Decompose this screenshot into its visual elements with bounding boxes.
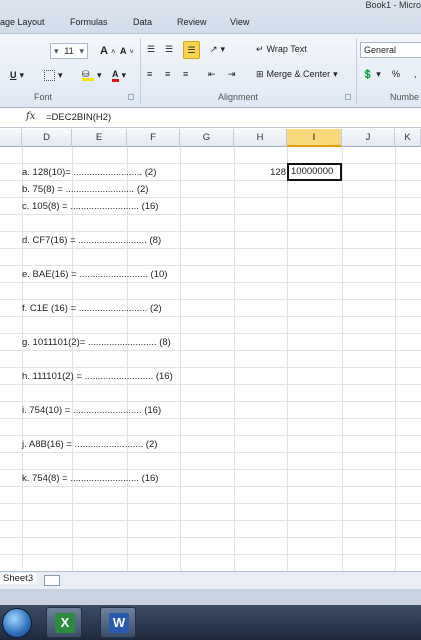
align-center-icon: ≡ (165, 69, 171, 79)
exercise-b[interactable]: b. 75(8) = .......................... (2… (22, 183, 148, 197)
exercise-d[interactable]: d. CF7(16) = .......................... … (22, 234, 161, 248)
sheet-tab[interactable]: Sheet3 (0, 573, 37, 584)
paint-bucket-icon: ⛁ (82, 69, 94, 81)
title-bar: Book1 - Micro age Layout Formulas Data R… (0, 0, 421, 34)
column-header-e[interactable]: E (72, 129, 127, 147)
word-taskbar-button[interactable]: W (100, 607, 136, 638)
divider (140, 38, 141, 104)
wrap-text-button[interactable]: ↵ Wrap Text (256, 40, 307, 58)
tab-formulas[interactable]: Formulas (70, 17, 108, 27)
grow-font-button[interactable]: A ˄ (100, 42, 115, 60)
align-right-icon: ≡ (183, 69, 189, 79)
alignment-group-label: Alignment (218, 92, 259, 102)
divider (356, 38, 357, 104)
align-center-button[interactable]: ≡ (165, 65, 170, 83)
exercise-k[interactable]: k. 754(8) = .......................... (… (22, 472, 158, 486)
align-right-button[interactable]: ≡ (183, 65, 188, 83)
exercise-a[interactable]: a. 128(10)= .......................... (… (22, 166, 156, 180)
align-middle-icon: ☰ (165, 43, 174, 54)
active-cell-i2[interactable]: 10000000 (287, 163, 342, 181)
gridline (287, 147, 288, 571)
decrease-indent-icon: ⇤ (208, 68, 216, 79)
exercise-g[interactable]: g. 1011101(2)= .........................… (22, 336, 171, 350)
word-icon: W (109, 613, 129, 633)
accounting-format-button[interactable]: 💲 ▾ (362, 65, 381, 83)
exercise-i[interactable]: i. 754(10) = .......................... … (22, 404, 161, 418)
tab-review[interactable]: Review (177, 17, 207, 27)
font-color-button[interactable]: A ▾ (112, 66, 126, 84)
underline-button[interactable]: U ▾ (10, 66, 24, 84)
orientation-button[interactable]: ↗ ▾ (210, 40, 225, 58)
orientation-icon: ↗ (210, 43, 218, 54)
wrap-text-icon: ↵ (256, 43, 264, 54)
column-header-k[interactable]: K (395, 129, 421, 147)
tab-page-layout[interactable]: age Layout (0, 17, 45, 27)
gridline (180, 147, 181, 571)
currency-icon: 💲 (362, 68, 374, 79)
decrease-indent-button[interactable]: ⇤ (208, 65, 216, 83)
row-header-corner[interactable] (0, 129, 22, 147)
merge-icon: ⊞ (256, 68, 264, 79)
percent-style-button[interactable]: % (392, 65, 400, 83)
taskbar: X W (0, 605, 421, 640)
start-button-icon[interactable] (2, 608, 32, 638)
sheet-tab-bar: Sheet3 (0, 571, 421, 589)
shrink-font-button[interactable]: A ˅ (120, 42, 134, 60)
exercise-c[interactable]: c. 105(8) = .......................... (… (22, 200, 158, 214)
excel-icon: X (55, 613, 75, 633)
status-strip (0, 589, 421, 605)
column-header-f[interactable]: F (127, 129, 180, 147)
font-dialog-launcher[interactable] (128, 94, 134, 100)
font-group-label: Font (34, 92, 53, 102)
tab-data[interactable]: Data (133, 17, 152, 27)
exercise-f[interactable]: f. C1E (16) = ..........................… (22, 302, 162, 316)
borders-icon (44, 69, 55, 81)
formula-bar: fx =DEC2BIN(H2) (0, 108, 421, 128)
align-bottom-icon: ☰ (187, 44, 196, 55)
formula-input[interactable]: =DEC2BIN(H2) (46, 112, 111, 123)
alignment-dialog-launcher[interactable] (345, 94, 351, 100)
insert-sheet-icon[interactable] (44, 575, 60, 586)
column-header-g[interactable]: G (180, 129, 234, 147)
tab-view[interactable]: View (230, 17, 249, 27)
merge-center-button[interactable]: ⊞ Merge & Center ▾ (256, 65, 338, 83)
gridline (342, 147, 343, 571)
gridline (234, 147, 235, 571)
cell-h2[interactable]: 128 (234, 166, 286, 180)
align-top-icon: ☰ (147, 43, 156, 54)
borders-button[interactable]: ▾ (44, 66, 63, 84)
font-color-icon: A (112, 69, 119, 82)
excel-taskbar-button[interactable]: X (46, 607, 82, 638)
exercise-j[interactable]: j. A8B(16) = .......................... … (22, 438, 157, 452)
function-icon[interactable]: fx (26, 111, 35, 122)
align-left-icon: ≡ (147, 69, 153, 79)
column-header-h[interactable]: H (234, 129, 287, 147)
align-left-button[interactable]: ≡ (147, 65, 152, 83)
align-bottom-button[interactable]: ☰ (183, 41, 200, 59)
column-header-d[interactable]: D (22, 129, 72, 147)
align-top-button[interactable]: ☰ (147, 40, 155, 58)
font-size-select[interactable]: ▾ 11 ▾ (50, 42, 88, 60)
fill-color-button[interactable]: ⛁ ▾ (82, 66, 102, 84)
column-header-i[interactable]: I (287, 129, 342, 147)
increase-indent-icon: ⇥ (228, 68, 236, 79)
comma-style-button[interactable]: , (414, 65, 417, 83)
increase-indent-button[interactable]: ⇥ (228, 65, 236, 83)
number-format-select[interactable]: General (360, 41, 421, 59)
number-group-label: Numbe (390, 92, 420, 102)
exercise-e[interactable]: e. BAE(16) = .......................... … (22, 268, 167, 282)
align-middle-button[interactable]: ☰ (165, 40, 173, 58)
column-header-j[interactable]: J (342, 129, 395, 147)
gridline (395, 147, 396, 571)
column-headers: D E F G H I J K (0, 129, 421, 147)
ribbon: ▾ 11 ▾ A ˄ A ˅ U ▾ ▾ ⛁ ▾ A ▾ Font ☰ ☰ ☰ ↗ ▾ … (0, 34, 421, 108)
window-title: Book1 - Micro (365, 0, 421, 10)
exercise-h[interactable]: h. 111101(2) = .........................… (22, 370, 173, 384)
